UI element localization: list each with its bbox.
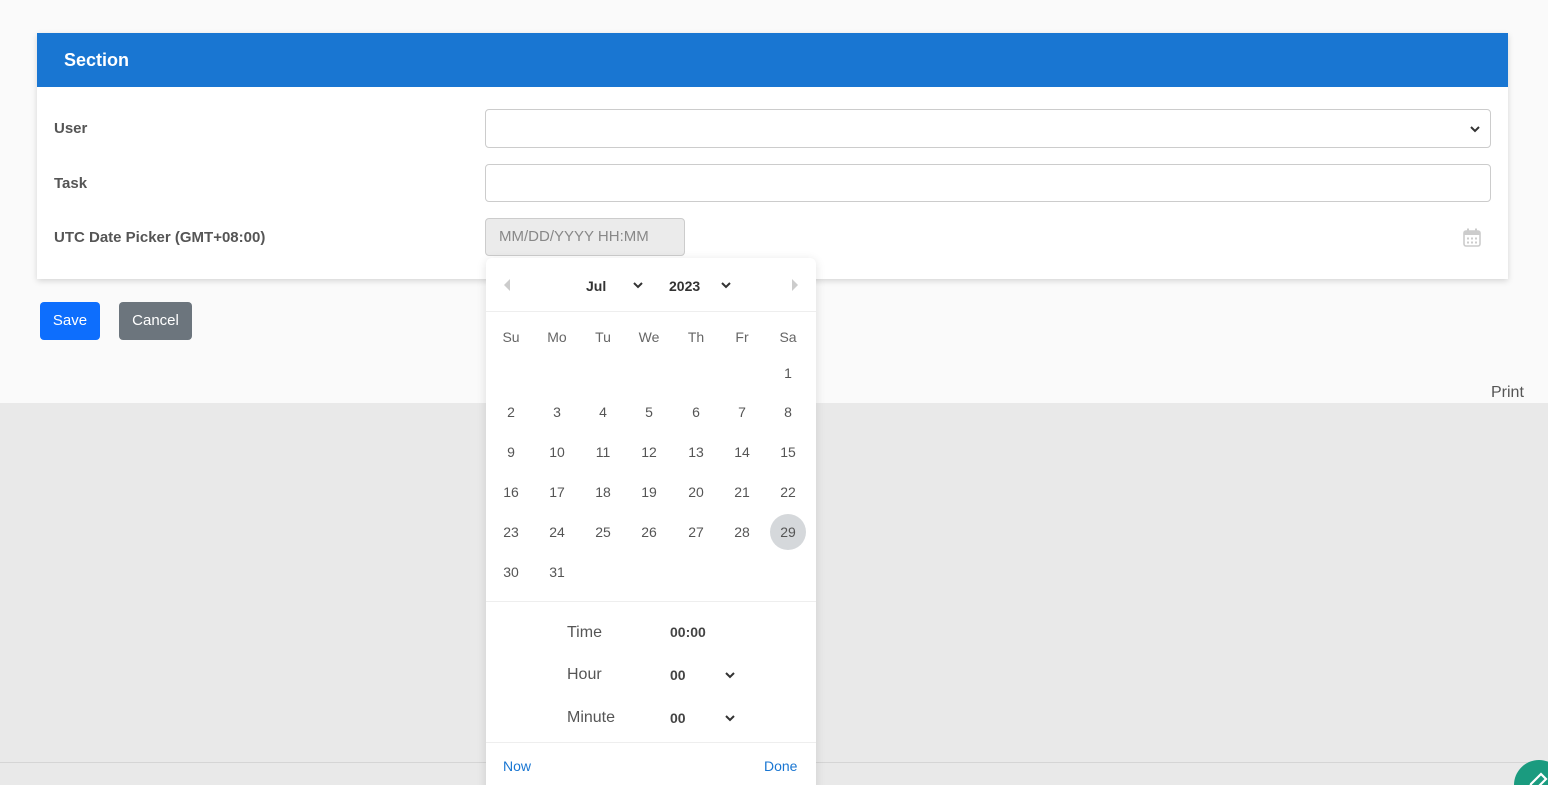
print-link[interactable]: Print: [1491, 384, 1524, 402]
time-value: 00:00: [670, 624, 706, 640]
weekday-header: We: [638, 329, 660, 345]
month-select[interactable]: Jul: [586, 278, 606, 294]
minute-label: Minute: [567, 709, 616, 726]
hour-label: Hour: [567, 666, 602, 683]
calendar-day[interactable]: 22: [770, 474, 806, 510]
calendar-day[interactable]: 19: [631, 474, 667, 510]
date-picker-popup: Jul 2023 Su Mo Tu We Th Fr Sa 1 2 3 4 5 6 7 8 9 10 11 12 1…: [486, 258, 816, 785]
calendar-day[interactable]: 24: [539, 514, 575, 550]
calendar-day[interactable]: 4: [585, 394, 621, 430]
task-label: Task: [54, 175, 88, 192]
calendar-day[interactable]: 14: [724, 434, 760, 470]
time-label: Time: [567, 624, 602, 641]
calendar-day[interactable]: 28: [724, 514, 760, 550]
calendar-day-selected[interactable]: 29: [770, 514, 806, 550]
calendar-day[interactable]: 21: [724, 474, 760, 510]
calendar-day[interactable]: 15: [770, 434, 806, 470]
calendar-day[interactable]: 20: [678, 474, 714, 510]
now-button[interactable]: Now: [503, 758, 531, 774]
section-header: Section: [37, 33, 1508, 87]
year-select[interactable]: 2023: [669, 278, 700, 294]
chevron-down-icon: [721, 282, 731, 289]
picker-footer-divider: [486, 742, 816, 743]
hour-select[interactable]: 00: [670, 667, 686, 683]
section-card: Section User Task UTC Date Picker (GMT+0…: [37, 33, 1508, 279]
calendar-day[interactable]: 9: [493, 434, 529, 470]
weekday-header: Fr: [735, 329, 749, 345]
calendar-day[interactable]: 17: [539, 474, 575, 510]
calendar-day[interactable]: 26: [631, 514, 667, 550]
calendar-day[interactable]: 7: [724, 394, 760, 430]
minute-select[interactable]: 00: [670, 710, 686, 726]
calendar-day[interactable]: 25: [585, 514, 621, 550]
calendar-day[interactable]: 12: [631, 434, 667, 470]
weekday-header: Th: [687, 329, 705, 345]
calendar-day[interactable]: 5: [631, 394, 667, 430]
calendar-day[interactable]: 23: [493, 514, 529, 550]
calendar-day[interactable]: 6: [678, 394, 714, 430]
calendar-day[interactable]: 8: [770, 394, 806, 430]
calendar-day[interactable]: 31: [539, 554, 575, 590]
calendar-icon[interactable]: [1463, 228, 1481, 247]
weekday-header: Tu: [595, 329, 611, 345]
prev-month-icon[interactable]: [504, 279, 510, 291]
calendar-day[interactable]: 13: [678, 434, 714, 470]
user-select[interactable]: [485, 109, 1491, 148]
weekday-header: Su: [502, 329, 520, 345]
pencil-icon: [1529, 772, 1548, 785]
calendar-day[interactable]: 3: [539, 394, 575, 430]
picker-divider: [486, 601, 816, 602]
chevron-down-icon: [725, 672, 735, 679]
next-month-icon[interactable]: [792, 279, 798, 291]
task-input[interactable]: [485, 164, 1491, 202]
done-button[interactable]: Done: [764, 758, 797, 774]
weekday-header: Sa: [779, 329, 797, 345]
weekday-header: Mo: [547, 329, 567, 345]
save-button[interactable]: Save: [40, 302, 100, 340]
calendar-day[interactable]: 18: [585, 474, 621, 510]
calendar-day[interactable]: 1: [770, 355, 806, 391]
picker-header: Jul 2023: [486, 258, 816, 312]
calendar-day[interactable]: 11: [585, 434, 621, 470]
chevron-down-icon: [633, 282, 643, 289]
chevron-down-icon: [725, 715, 735, 722]
date-picker-input[interactable]: MM/DD/YYYY HH:MM: [485, 218, 685, 256]
calendar-day[interactable]: 10: [539, 434, 575, 470]
calendar-day[interactable]: 16: [493, 474, 529, 510]
edit-fab-button[interactable]: [1514, 760, 1548, 785]
calendar-day[interactable]: 27: [678, 514, 714, 550]
user-label: User: [54, 120, 88, 137]
calendar-day[interactable]: 2: [493, 394, 529, 430]
date-picker-label: UTC Date Picker (GMT+08:00): [54, 229, 266, 246]
cancel-button[interactable]: Cancel: [119, 302, 192, 340]
calendar-day[interactable]: 30: [493, 554, 529, 590]
chevron-down-icon: [1470, 126, 1480, 133]
